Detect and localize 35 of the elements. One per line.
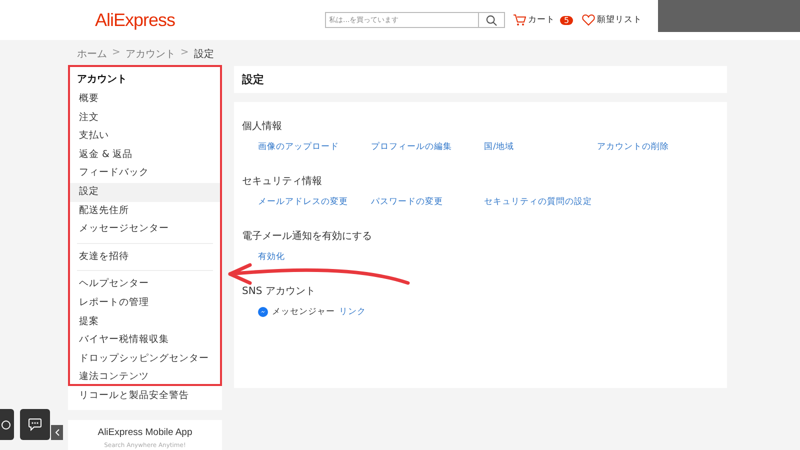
- settings-link[interactable]: パスワードの変更: [371, 196, 484, 208]
- wishlist-link[interactable]: 願望リスト: [582, 14, 642, 26]
- section-title: 個人情報: [242, 120, 283, 133]
- cart-icon: [513, 14, 526, 26]
- heart-icon: [582, 14, 596, 26]
- sidebar-title: アカウント: [76, 73, 128, 87]
- social-name: メッセンジャー: [272, 306, 335, 318]
- breadcrumb-separator: >: [180, 47, 189, 60]
- social-link[interactable]: リンク: [339, 306, 366, 318]
- page-title: 設定: [234, 66, 727, 93]
- app-card-title: AliExpress Mobile App: [98, 426, 192, 438]
- breadcrumb-link[interactable]: ホーム: [77, 47, 107, 66]
- section-title: 電子メール通知を有効にする: [242, 230, 373, 243]
- cart-count: 5: [560, 16, 574, 24]
- settings-link[interactable]: 国/地域: [484, 141, 597, 153]
- breadcrumb-link[interactable]: 設定: [194, 47, 214, 66]
- chat-bubble-icon: [258, 307, 268, 317]
- breadcrumb-separator: >: [112, 47, 120, 60]
- search-icon: [486, 14, 498, 26]
- message-button[interactable]: [20, 409, 50, 440]
- logo[interactable]: AliExpress: [95, 10, 176, 30]
- settings-link[interactable]: プロフィールの編集: [371, 141, 484, 153]
- breadcrumb-link[interactable]: アカウント: [125, 47, 176, 66]
- settings-link[interactable]: セキュリティの質問の設定: [484, 196, 597, 208]
- chevron-left-icon: [54, 429, 60, 436]
- cart-link[interactable]: カート 5: [513, 14, 574, 26]
- settings-link[interactable]: 画像のアップロード: [258, 141, 371, 153]
- sidebar-item[interactable]: 設定: [68, 182, 222, 202]
- settings-link[interactable]: アカウントの削除: [597, 141, 710, 153]
- settings-link[interactable]: メールアドレスの変更: [258, 196, 371, 208]
- section-title: SNS アカウント: [242, 285, 316, 298]
- settings-link[interactable]: 有効化: [258, 251, 371, 263]
- speech-bubble-icon: [28, 418, 42, 431]
- section-title: セキュリティ情報: [242, 174, 323, 188]
- collapse-tab[interactable]: [51, 425, 63, 440]
